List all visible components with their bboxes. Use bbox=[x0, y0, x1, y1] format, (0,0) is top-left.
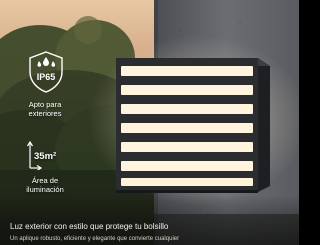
ip65-badge-icon: IP65 bbox=[29, 51, 63, 93]
waterproof-caption: Apto para exteriores bbox=[12, 100, 78, 118]
subline: Un aplique robusto, eficiente y elegante… bbox=[10, 236, 180, 242]
waterproof-caption-line-2: exteriores bbox=[28, 109, 62, 118]
water-drops-icon bbox=[37, 57, 56, 67]
product-banner: IP65 Apto para exteriores 35m² Área de i… bbox=[0, 0, 299, 245]
waterproof-caption-line-1: Apto para bbox=[28, 100, 62, 109]
coverage-value: 35m² bbox=[34, 151, 57, 162]
ip-rating: IP65 bbox=[37, 72, 56, 82]
wall-lamp bbox=[116, 58, 270, 193]
coverage-caption-line-2: iluminación bbox=[26, 185, 64, 194]
headline: Luz exterior con estilo que protege tu b… bbox=[10, 222, 169, 231]
coverage-caption-line-1: Área de bbox=[31, 176, 59, 185]
product-photo bbox=[0, 0, 299, 245]
coverage-caption: Área de iluminación bbox=[12, 176, 78, 194]
